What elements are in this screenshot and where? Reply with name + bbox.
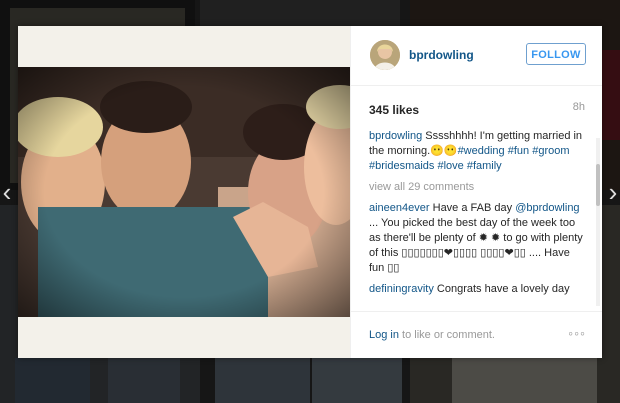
hashtag-link[interactable]: #groom	[532, 145, 569, 157]
comment-text: Have a FAB day	[432, 202, 513, 214]
more-options-icon[interactable]: ◦◦◦	[568, 325, 586, 341]
caption: bprdowling Sssshhhh! I'm getting married…	[369, 129, 587, 174]
hashtag-link[interactable]: #fun	[508, 145, 529, 157]
post-footer: Log in to like or comment. ◦◦◦	[351, 311, 602, 358]
comments-list: bprdowling Sssshhhh! I'm getting married…	[369, 129, 587, 309]
scrollbar-thumb[interactable]	[596, 164, 600, 206]
caption-username[interactable]: bprdowling	[369, 130, 422, 142]
post-sidebar: bprdowling FOLLOW 345 likes 8h bprdowlin…	[350, 26, 602, 358]
group-selfie-image	[18, 67, 350, 317]
avatar[interactable]	[370, 40, 400, 70]
chevron-left-icon[interactable]: ‹	[0, 178, 14, 206]
follow-button[interactable]: FOLLOW	[526, 43, 586, 65]
login-prompt: Log in to like or comment.	[369, 329, 495, 341]
login-prompt-text: to like or comment.	[398, 329, 495, 341]
comment: definingravity Congrats have a lovely da…	[369, 282, 587, 297]
comments-scrollbar[interactable]	[594, 134, 600, 310]
comment-username[interactable]: aineen4ever	[369, 202, 430, 214]
post-media	[18, 26, 350, 358]
post-modal: bprdowling FOLLOW 345 likes 8h bprdowlin…	[18, 26, 602, 358]
likes-count[interactable]: 345 likes	[369, 103, 419, 117]
hashtag-link[interactable]: #bridesmaids	[369, 160, 434, 172]
username-link[interactable]: bprdowling	[409, 48, 474, 62]
comment-username[interactable]: definingravity	[369, 283, 434, 295]
hashtag-link[interactable]: #wedding	[458, 145, 505, 157]
view-all-comments-link[interactable]: view all 29 comments	[369, 180, 587, 195]
post-timestamp[interactable]: 8h	[573, 101, 585, 113]
likes-row: 345 likes 8h	[369, 101, 585, 117]
hashtag-link[interactable]: #love	[437, 160, 463, 172]
mention-link[interactable]: @bprdowling	[515, 202, 579, 214]
comment-text: Congrats have a lovely day	[436, 283, 570, 295]
login-link[interactable]: Log in	[369, 329, 399, 341]
chevron-right-icon[interactable]: ›	[606, 178, 620, 206]
post-photo[interactable]	[18, 67, 350, 317]
comment: aineen4ever Have a FAB day @bprdowling .…	[369, 201, 587, 276]
comment-text: ... You picked the best day of the week …	[369, 217, 583, 274]
post-header: bprdowling FOLLOW	[351, 26, 602, 86]
hashtag-link[interactable]: #family	[467, 160, 502, 172]
caption-emoji: 😶😶	[430, 145, 458, 157]
